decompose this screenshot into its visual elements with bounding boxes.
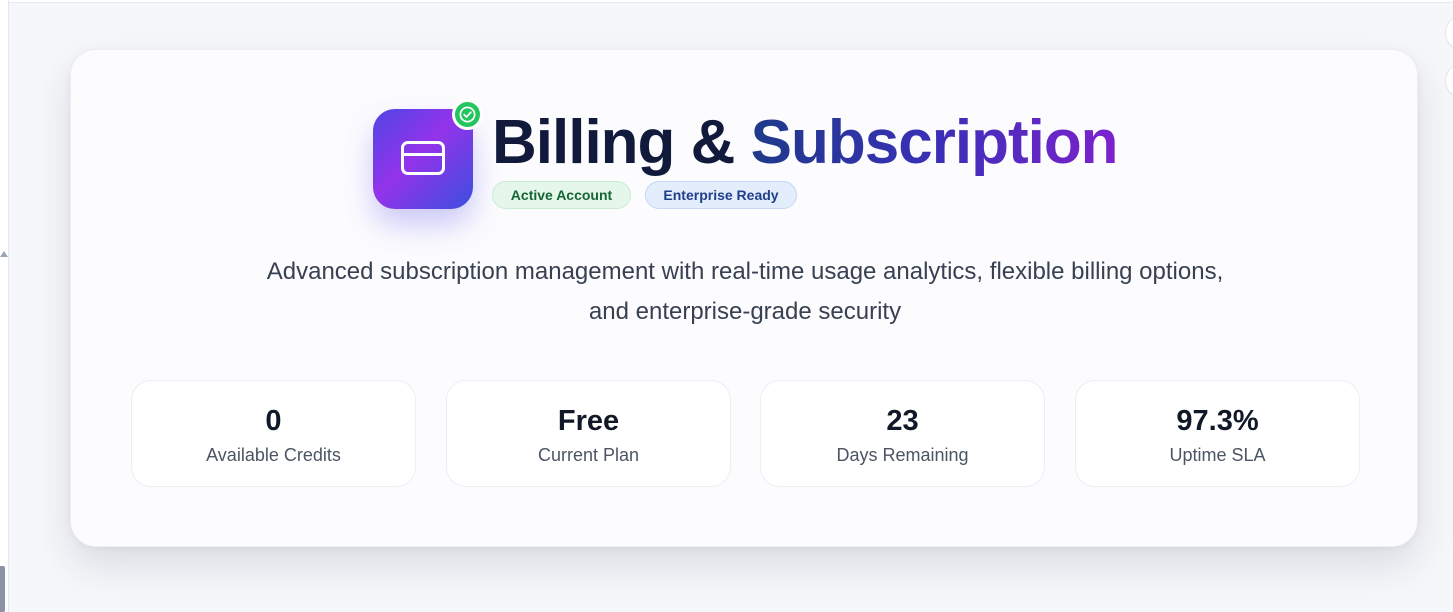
- stat-label: Uptime SLA: [1169, 445, 1266, 465]
- enterprise-ready-badge: Enterprise Ready: [645, 181, 797, 209]
- page-description: Advanced subscription management with re…: [161, 252, 1329, 332]
- stat-label: Available Credits: [206, 445, 341, 465]
- page-title-part1: Billing &: [492, 108, 735, 177]
- stat-card-current-plan: Free Current Plan: [446, 380, 731, 487]
- scroll-up-arrow-icon[interactable]: [0, 251, 8, 257]
- stat-value: 23: [886, 405, 919, 437]
- top-border: [0, 0, 1453, 3]
- billing-hero-card: Billing & Subscription Active Account En…: [70, 49, 1418, 547]
- page-title-part2: Subscription: [750, 108, 1119, 177]
- stat-value: 97.3%: [1176, 405, 1259, 437]
- page-title: Billing & Subscription: [492, 108, 1119, 178]
- page: Billing & Subscription Active Account En…: [0, 0, 1453, 612]
- stat-card-available-credits: 0 Available Credits: [131, 380, 416, 487]
- active-account-badge: Active Account: [492, 181, 631, 209]
- stat-card-uptime-sla: 97.3% Uptime SLA: [1075, 380, 1360, 487]
- stat-label: Current Plan: [537, 445, 640, 465]
- edge-button-secondary[interactable]: [1445, 66, 1453, 96]
- check-mark-icon: [459, 106, 476, 123]
- scroll-thumb[interactable]: [0, 566, 5, 612]
- stat-card-days-remaining: 23 Days Remaining: [760, 380, 1045, 487]
- check-circle-icon: [452, 99, 483, 130]
- description-line-2: and enterprise-grade security: [588, 298, 902, 325]
- credit-card-stripe: [404, 153, 442, 156]
- stat-value: 0: [265, 405, 282, 437]
- stat-value: Free: [557, 405, 620, 437]
- stat-label: Days Remaining: [836, 445, 969, 465]
- credit-card-icon: [401, 141, 445, 175]
- edge-button[interactable]: [1445, 18, 1453, 48]
- left-scrollbar[interactable]: [0, 0, 9, 612]
- description-line-1: Advanced subscription management with re…: [266, 258, 1224, 285]
